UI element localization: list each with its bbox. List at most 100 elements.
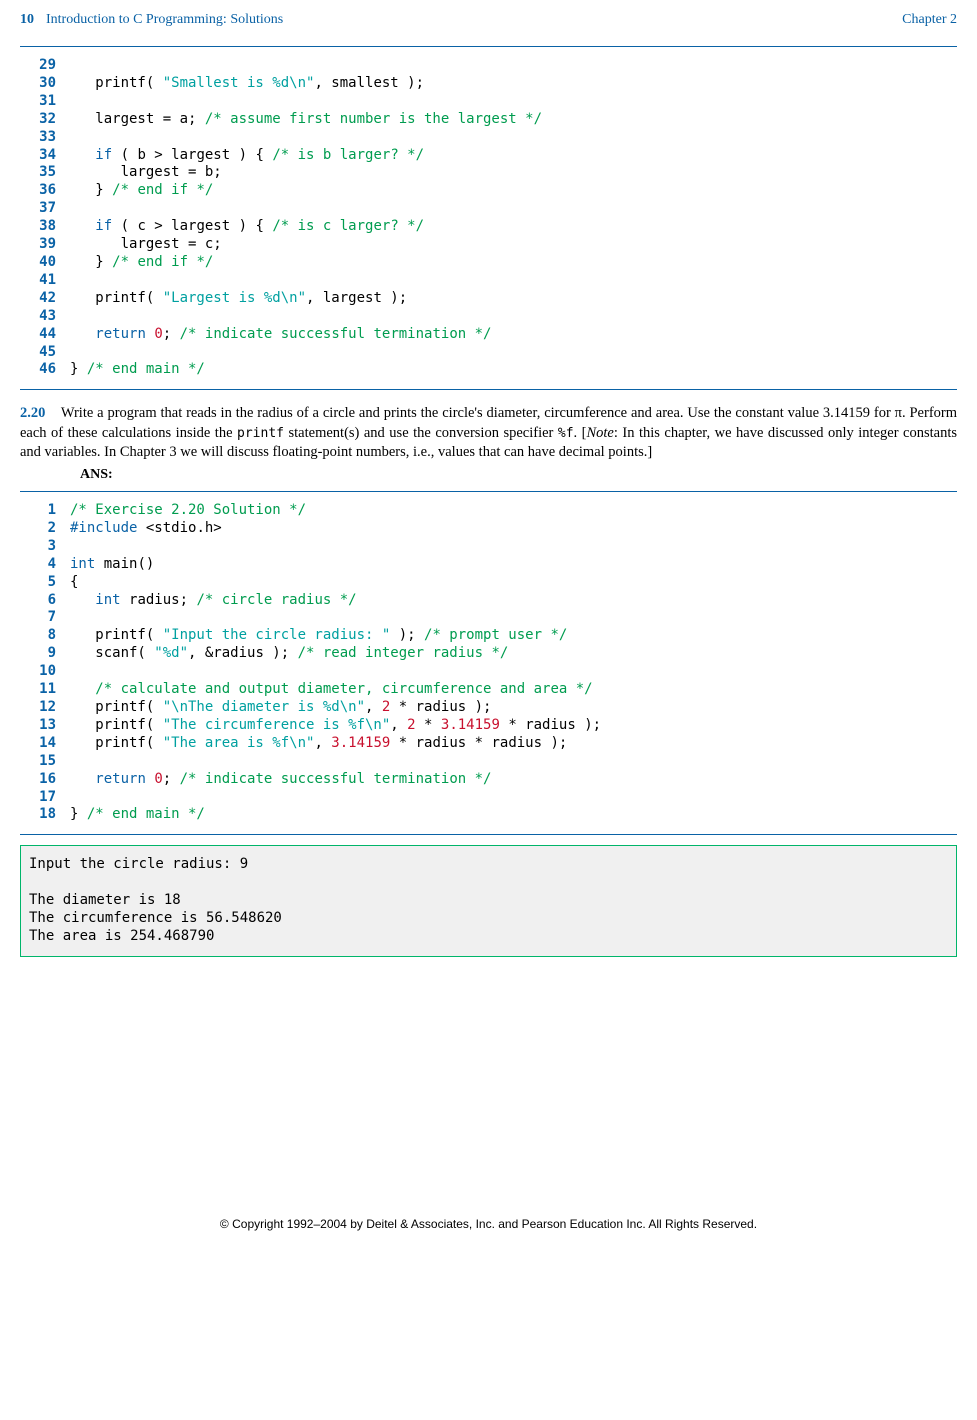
line-number: 1 <box>20 502 70 520</box>
chapter-label: Chapter 2 <box>902 12 957 28</box>
line-number: 46 <box>20 361 70 379</box>
code-content: scanf( "%d", &radius ); /* read integer … <box>70 645 508 663</box>
line-number: 31 <box>20 93 70 111</box>
code-line: 12 printf( "\nThe diameter is %d\n", 2 *… <box>20 699 957 717</box>
code-content: printf( "The circumference is %f\n", 2 *… <box>70 717 601 735</box>
code-content: #include <stdio.h> <box>70 520 222 538</box>
code-content: printf( "The area is %f\n", 3.14159 * ra… <box>70 735 567 753</box>
line-number: 37 <box>20 200 70 218</box>
code-content: largest = c; <box>70 236 222 254</box>
exercise-text: 2.20 Write a program that reads in the r… <box>20 404 957 463</box>
code-line: 4int main() <box>20 556 957 574</box>
line-number: 30 <box>20 75 70 93</box>
code-content: } /* end if */ <box>70 254 213 272</box>
code-line: 35 largest = b; <box>20 164 957 182</box>
code-line: 7 <box>20 609 957 627</box>
code-line: 8 printf( "Input the circle radius: " );… <box>20 627 957 645</box>
line-number: 41 <box>20 272 70 290</box>
page-number: 10 <box>20 12 34 28</box>
code-line: 2#include <stdio.h> <box>20 520 957 538</box>
code-line: 1/* Exercise 2.20 Solution */ <box>20 502 957 520</box>
code-line: 15 <box>20 753 957 771</box>
code-line: 44 return 0; /* indicate successful term… <box>20 326 957 344</box>
code-content: } /* end if */ <box>70 182 213 200</box>
code-content: return 0; /* indicate successful termina… <box>70 326 491 344</box>
prose-part-4: . [ <box>574 425 587 441</box>
code-content: /* Exercise 2.20 Solution */ <box>70 502 306 520</box>
line-number: 6 <box>20 592 70 610</box>
code-line: 43 <box>20 308 957 326</box>
line-number: 38 <box>20 218 70 236</box>
line-number: 43 <box>20 308 70 326</box>
line-number: 13 <box>20 717 70 735</box>
code-line: 37 <box>20 200 957 218</box>
line-number: 45 <box>20 344 70 362</box>
line-number: 29 <box>20 57 70 75</box>
line-number: 39 <box>20 236 70 254</box>
code-line: 9 scanf( "%d", &radius ); /* read intege… <box>20 645 957 663</box>
code-line: 3 <box>20 538 957 556</box>
prose-mono-1: printf <box>237 426 284 441</box>
code-line: 17 <box>20 789 957 807</box>
line-number: 42 <box>20 290 70 308</box>
code-line: 34 if ( b > largest ) { /* is b larger? … <box>20 147 957 165</box>
code-line: 32 largest = a; /* assume first number i… <box>20 111 957 129</box>
program-output: Input the circle radius: 9 The diameter … <box>20 845 957 957</box>
code-line: 5{ <box>20 574 957 592</box>
code-line: 36 } /* end if */ <box>20 182 957 200</box>
code-content: } /* end main */ <box>70 361 205 379</box>
line-number: 9 <box>20 645 70 663</box>
code-line: 41 <box>20 272 957 290</box>
line-number: 14 <box>20 735 70 753</box>
line-number: 2 <box>20 520 70 538</box>
code-block-2: 1/* Exercise 2.20 Solution */2#include <… <box>20 500 957 826</box>
line-number: 36 <box>20 182 70 200</box>
line-number: 7 <box>20 609 70 627</box>
code-content: return 0; /* indicate successful termina… <box>70 771 491 789</box>
line-number: 4 <box>20 556 70 574</box>
code-line: 14 printf( "The area is %f\n", 3.14159 *… <box>20 735 957 753</box>
code-content: printf( "Input the circle radius: " ); /… <box>70 627 567 645</box>
code-line: 39 largest = c; <box>20 236 957 254</box>
code-line: 42 printf( "Largest is %d\n", largest ); <box>20 290 957 308</box>
code-line: 29 <box>20 57 957 75</box>
line-number: 35 <box>20 164 70 182</box>
code-content: printf( "Largest is %d\n", largest ); <box>70 290 407 308</box>
code-content: int main() <box>70 556 154 574</box>
code-line: 46} /* end main */ <box>20 361 957 379</box>
answer-label: ANS: <box>80 467 957 483</box>
code-content: printf( "\nThe diameter is %d\n", 2 * ra… <box>70 699 491 717</box>
code-line: 30 printf( "Smallest is %d\n", smallest … <box>20 75 957 93</box>
line-number: 32 <box>20 111 70 129</box>
code-line: 38 if ( c > largest ) { /* is c larger? … <box>20 218 957 236</box>
rule-top-1 <box>20 46 957 47</box>
prose-italic-5: Note <box>586 425 613 441</box>
code-content: } /* end main */ <box>70 806 205 824</box>
line-number: 10 <box>20 663 70 681</box>
rule-bottom-1 <box>20 389 957 390</box>
code-content: printf( "Smallest is %d\n", smallest ); <box>70 75 424 93</box>
line-number: 3 <box>20 538 70 556</box>
code-content: { <box>70 574 87 592</box>
code-content: if ( b > largest ) { /* is b larger? */ <box>70 147 424 165</box>
line-number: 17 <box>20 789 70 807</box>
code-line: 33 <box>20 129 957 147</box>
code-content: if ( c > largest ) { /* is c larger? */ <box>70 218 424 236</box>
code-block-1: 2930 printf( "Smallest is %d\n", smalles… <box>20 55 957 381</box>
code-content: largest = a; /* assume first number is t… <box>70 111 542 129</box>
code-content: largest = b; <box>70 164 222 182</box>
prose-mono-3: %f <box>558 426 574 441</box>
line-number: 15 <box>20 753 70 771</box>
chapter-title: Introduction to C Programming: Solutions <box>46 12 283 28</box>
line-number: 11 <box>20 681 70 699</box>
code-line: 18} /* end main */ <box>20 806 957 824</box>
line-number: 40 <box>20 254 70 272</box>
code-line: 31 <box>20 93 957 111</box>
line-number: 5 <box>20 574 70 592</box>
code-line: 40 } /* end if */ <box>20 254 957 272</box>
rule-bottom-2 <box>20 834 957 835</box>
code-line: 11 /* calculate and output diameter, cir… <box>20 681 957 699</box>
copyright-footer: © Copyright 1992–2004 by Deitel & Associ… <box>20 1217 957 1231</box>
code-line: 13 printf( "The circumference is %f\n", … <box>20 717 957 735</box>
line-number: 16 <box>20 771 70 789</box>
